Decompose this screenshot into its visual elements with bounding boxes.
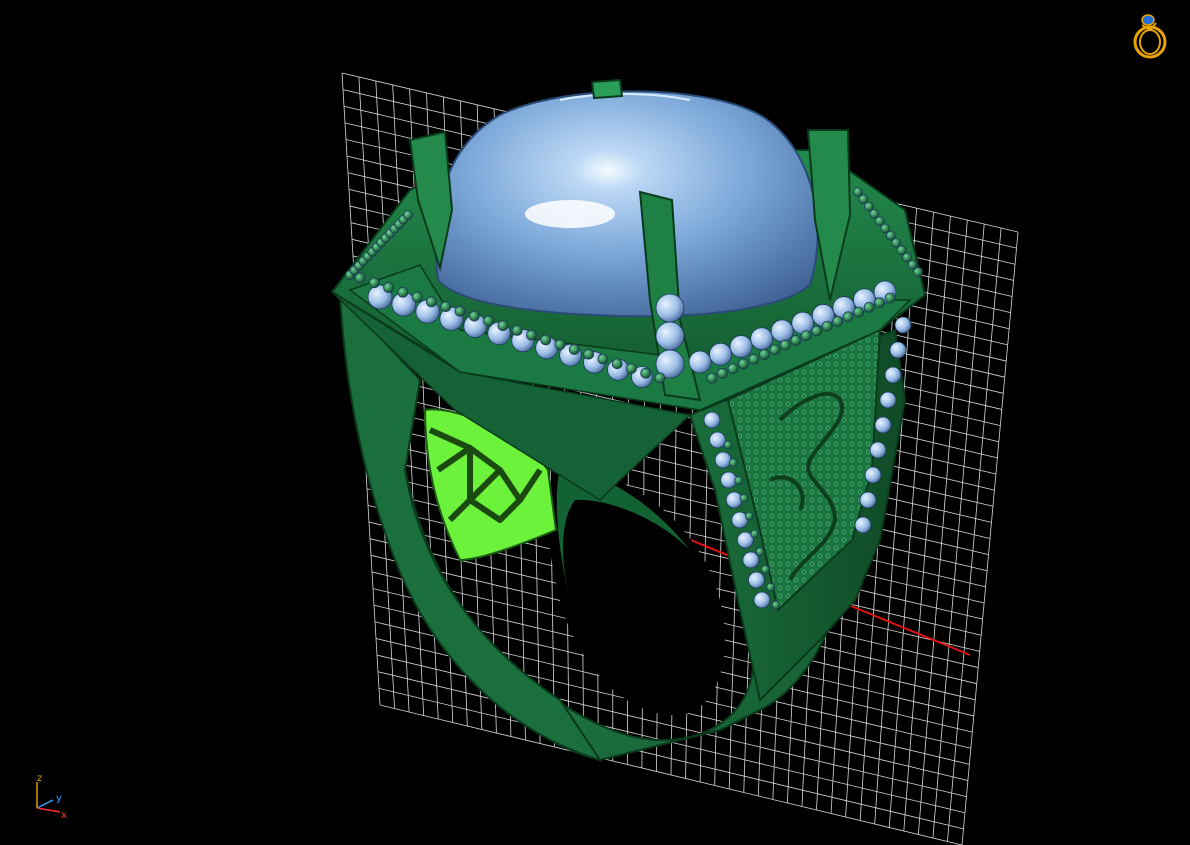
side-pave-stone [889,341,907,359]
pave-bead [790,334,802,346]
pave-bead [874,297,885,309]
x-axis-line [36,807,61,813]
side-pave-stone [703,411,721,429]
pave-bead [583,348,594,360]
pave-stone [709,342,732,366]
pave-stone [655,321,685,351]
y-axis-label: y [56,793,62,804]
pave-bead [863,302,875,313]
side-pave-bead [771,600,781,610]
side-pave-stone [884,366,902,384]
side-pave-bead [739,493,749,503]
prong-back [590,78,624,100]
side-pave-bead [750,529,760,539]
pave-stone [729,335,753,358]
pave-bead [800,330,812,342]
side-pave-stone [742,551,760,569]
pave-bead [727,363,739,374]
pave-bead [611,358,623,370]
side-pave-bead [766,582,776,592]
pave-bead [779,339,791,351]
pave-bead [568,344,580,355]
pave-bead [403,210,413,220]
pave-bead [483,315,494,327]
pave-bead [511,324,523,336]
side-pave-stone [874,416,892,434]
pave-bead [654,372,666,384]
pave-bead [821,320,833,332]
z-axis-label: z [37,773,42,784]
side-pave-bead [723,440,733,450]
pave-bead [554,339,566,351]
pave-bead [769,344,781,356]
side-pave-stone [854,516,872,534]
pave-bead [913,267,923,277]
side-pave-stone [869,441,887,459]
pave-bead [454,305,466,317]
pave-bead [758,349,770,360]
pave-bead [597,353,609,365]
x-axis-label: x [61,810,67,821]
pave-stone [770,319,794,343]
pave-bead [383,282,394,293]
side-pave-bead [760,565,770,574]
pave-bead [706,372,718,384]
pave-bead [811,325,823,337]
pave-bead [397,286,409,298]
pave-bead [832,316,844,327]
pave-bead [368,277,380,289]
ring-icon[interactable] [1128,8,1172,60]
axis-triad: z y x [36,773,67,821]
pave-bead [853,306,864,318]
pave-bead [426,296,437,308]
pave-bead [626,363,637,374]
pave-bead [468,310,480,322]
side-pave-stone [725,491,743,509]
side-pave-bead [744,511,754,521]
side-pave-stone [864,466,882,484]
3d-viewport[interactable]: z y x [0,0,1190,845]
side-pave-stone [714,451,732,469]
pave-bead [738,358,749,370]
pave-bead [640,367,652,379]
y-axis-line [36,799,54,809]
side-pave-stone [879,391,897,409]
gem-specular-highlight [525,200,615,228]
pave-bead [717,367,728,379]
side-pave-stone [894,316,912,334]
side-pave-bead [728,458,738,468]
pave-bead [842,311,854,323]
side-pave-stone [748,571,765,589]
side-pave-stone [859,491,877,509]
pave-bead [884,292,896,304]
pave-bead [526,329,537,341]
side-pave-bead [755,547,765,557]
center-cabochon[interactable] [434,90,819,318]
pave-stone [688,350,712,374]
side-pave-stone [720,471,738,489]
pave-stone [750,327,774,351]
scene-canvas[interactable] [0,0,1190,845]
pave-bead [497,320,509,332]
side-pave-stone [709,431,726,449]
pave-stone [655,293,685,323]
pave-bead [411,291,423,303]
pave-bead [540,334,552,346]
view-cube[interactable] [1128,8,1172,60]
pave-bead [748,353,760,365]
side-pave-bead [734,476,744,485]
side-pave-stone [753,591,771,609]
pave-stone [791,311,815,335]
pave-bead [440,301,452,312]
